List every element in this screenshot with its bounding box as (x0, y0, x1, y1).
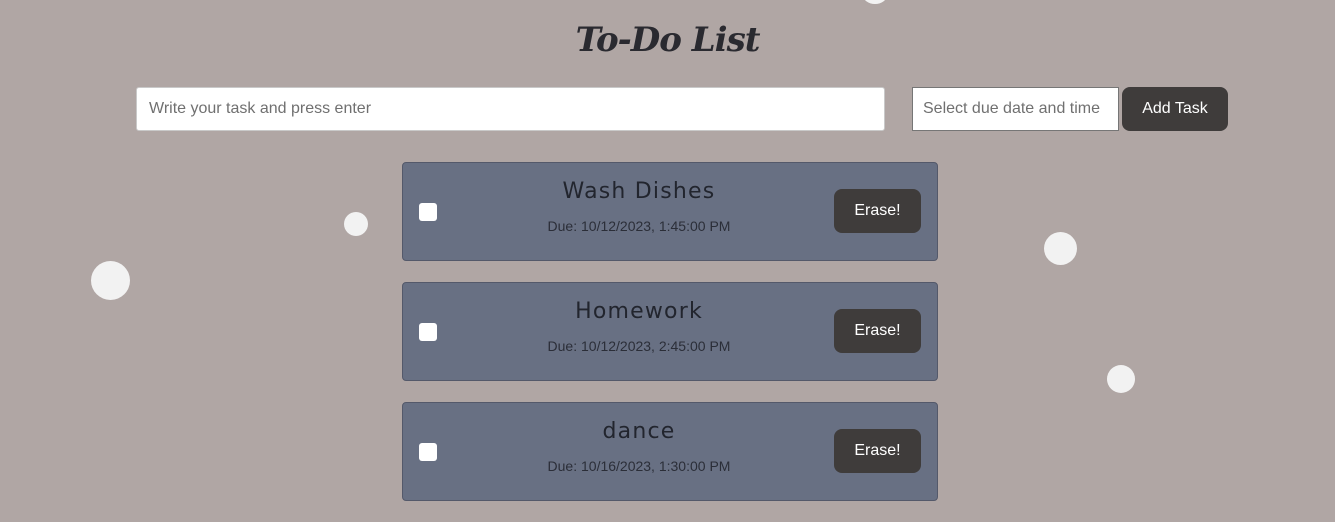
erase-button[interactable]: Erase! (834, 189, 921, 233)
task-name: Homework (575, 299, 703, 324)
decorative-bubble (863, 0, 887, 4)
erase-button[interactable]: Erase! (834, 429, 921, 473)
task-name: dance (602, 419, 676, 444)
task-due-date: Due: 10/12/2023, 1:45:00 PM (547, 218, 731, 234)
erase-button[interactable]: Erase! (834, 309, 921, 353)
task-list: Wash Dishes Due: 10/12/2023, 1:45:00 PM … (402, 162, 938, 522)
task-input[interactable] (136, 87, 885, 131)
task-item: Wash Dishes Due: 10/12/2023, 1:45:00 PM … (402, 162, 938, 261)
decorative-bubble (1107, 365, 1135, 393)
task-item: dance Due: 10/16/2023, 1:30:00 PM Erase! (402, 402, 938, 501)
task-due-date: Due: 10/12/2023, 2:45:00 PM (547, 338, 731, 354)
add-task-button[interactable]: Add Task (1122, 87, 1228, 131)
due-date-input[interactable] (912, 87, 1119, 131)
decorative-bubble (1044, 232, 1077, 265)
decorative-bubble (344, 212, 368, 236)
task-item: Homework Due: 10/12/2023, 2:45:00 PM Era… (402, 282, 938, 381)
task-name: Wash Dishes (562, 179, 716, 204)
decorative-bubble (91, 261, 130, 300)
page-title: To-Do List (575, 20, 761, 60)
task-due-date: Due: 10/16/2023, 1:30:00 PM (547, 458, 731, 474)
